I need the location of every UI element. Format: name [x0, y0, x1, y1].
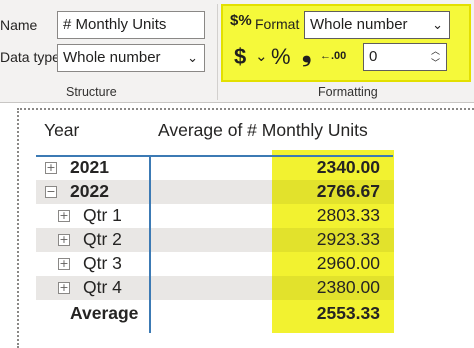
format-label: Format	[255, 16, 300, 32]
expand-icon[interactable]: +	[45, 162, 57, 174]
name-label: Name	[0, 17, 38, 33]
matrix-total-row: Average 2553.33	[36, 302, 394, 326]
data-type-select[interactable]: Whole number ⌄	[57, 44, 205, 72]
row-label: 2022	[70, 181, 109, 201]
total-label: Average	[70, 303, 139, 323]
spin-up-icon[interactable]: ︿	[431, 45, 440, 57]
ribbon: Name # Monthly Units Data type Whole num…	[0, 0, 474, 103]
currency-icon[interactable]: $	[234, 44, 246, 70]
row-label: Qtr 2	[83, 229, 122, 249]
expand-icon[interactable]: +	[58, 258, 70, 270]
group-divider	[217, 4, 218, 100]
matrix-row-qtr4[interactable]: + Qtr 4 2380.00	[36, 276, 394, 300]
row-value: 2960.00	[316, 253, 380, 273]
formatting-group-title: Formatting	[318, 85, 378, 99]
row-label: Qtr 4	[83, 277, 122, 297]
column-header-year[interactable]: Year	[44, 120, 79, 141]
chevron-down-icon: ⌄	[187, 50, 198, 65]
matrix-row-2021[interactable]: + 2021 2340.00	[36, 156, 394, 180]
name-field[interactable]: # Monthly Units	[57, 11, 205, 39]
expand-icon[interactable]: +	[58, 282, 70, 294]
row-value: 2803.33	[316, 205, 380, 225]
comma-style-icon[interactable]: ❟	[302, 40, 311, 68]
currency-chevron-icon[interactable]: ⌄	[255, 47, 268, 65]
column-header-measure[interactable]: Average of # Monthly Units	[158, 120, 368, 141]
percent-icon[interactable]: %	[271, 44, 291, 70]
format-value: Whole number	[310, 16, 408, 33]
row-value: 2340.00	[316, 157, 380, 177]
total-value: 2553.33	[316, 303, 380, 323]
format-icon: $%	[230, 12, 252, 29]
structure-group-title: Structure	[66, 85, 117, 99]
collapse-icon[interactable]: −	[45, 186, 57, 198]
data-type-label: Data type	[0, 49, 60, 65]
format-select[interactable]: Whole number ⌄	[304, 11, 450, 39]
decimal-places-spinner[interactable]: 0 ︿ ﹀	[363, 43, 447, 71]
row-value: 2923.33	[316, 229, 380, 249]
matrix-row-qtr1[interactable]: + Qtr 1 2803.33	[36, 204, 394, 228]
data-type-value: Whole number	[63, 49, 161, 66]
expand-icon[interactable]: +	[58, 210, 70, 222]
decrease-decimal-icon[interactable]: ←.00	[320, 50, 346, 62]
matrix-row-qtr2[interactable]: + Qtr 2 2923.33	[36, 228, 394, 252]
row-label: Qtr 1	[83, 205, 122, 225]
spin-down-icon[interactable]: ﹀	[431, 57, 440, 69]
row-label: Qtr 3	[83, 253, 122, 273]
row-value: 2766.67	[316, 181, 380, 201]
decimal-places-value: 0	[369, 48, 378, 65]
expand-icon[interactable]: +	[58, 234, 70, 246]
matrix-row-2022[interactable]: − 2022 2766.67	[36, 180, 394, 204]
row-value: 2380.00	[316, 277, 380, 297]
matrix-row-qtr3[interactable]: + Qtr 3 2960.00	[36, 252, 394, 276]
header-divider	[36, 155, 393, 157]
chevron-down-icon: ⌄	[432, 17, 443, 32]
column-divider	[149, 157, 151, 333]
row-label: 2021	[70, 157, 109, 177]
